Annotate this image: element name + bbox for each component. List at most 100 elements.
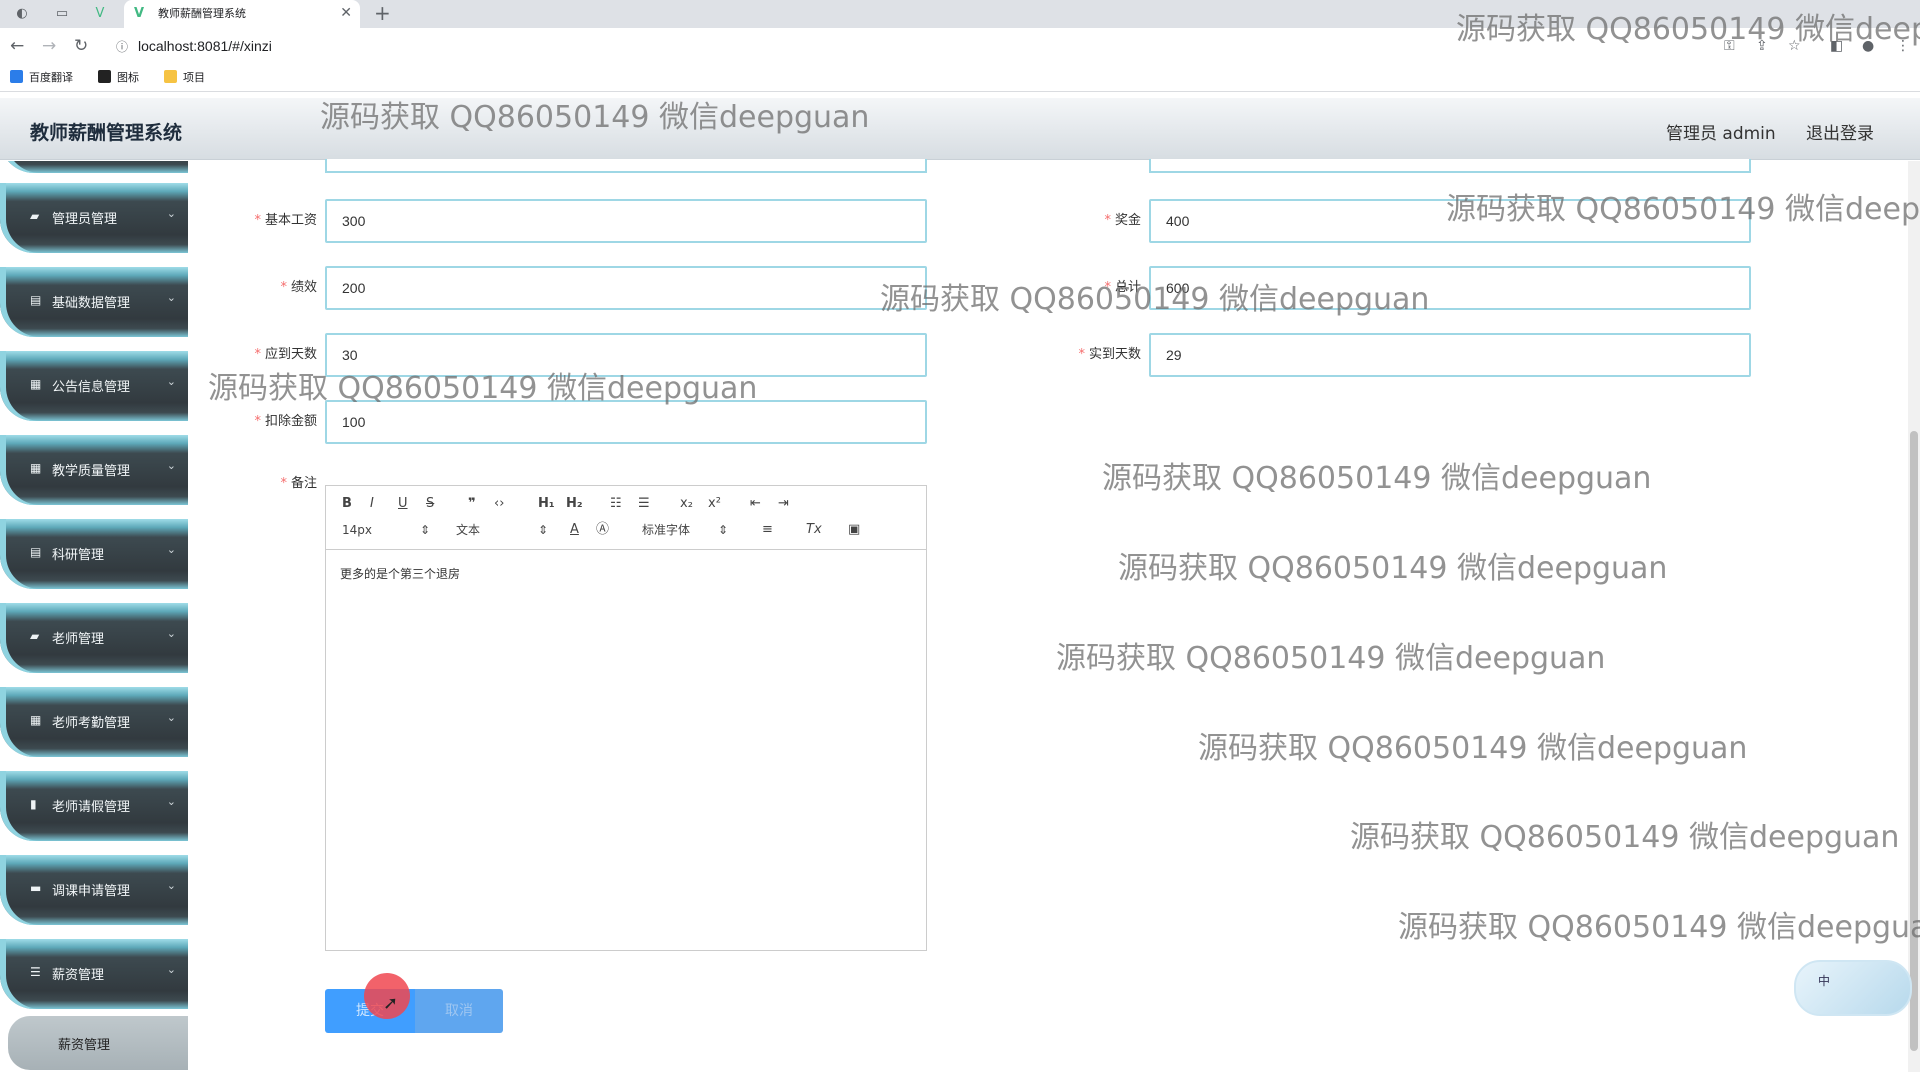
star-icon[interactable]: ☆ xyxy=(1788,37,1801,55)
bookmark-item[interactable]: 百度翻译 xyxy=(10,70,73,86)
rich-text-editor[interactable]: B I U S ❞ ‹› H₁ H₂ ☷ ☰ x₂ x² ⇤ ⇥ 14px ⇕ 文… xyxy=(325,485,927,951)
sidepanel-icon[interactable]: ◧ xyxy=(1830,37,1843,55)
grid-icon: ▦ xyxy=(30,377,42,391)
chart-icon: ▮ xyxy=(30,797,37,811)
form-input-partial[interactable] xyxy=(1149,159,1751,173)
italic-icon[interactable]: I xyxy=(370,496,374,512)
sidebar-subitem-label: 薪资管理 xyxy=(58,1038,111,1053)
chevron-down-icon: ⌄ xyxy=(166,711,176,724)
scrollbar[interactable] xyxy=(1908,161,1920,1072)
strike-icon[interactable]: S xyxy=(426,496,434,512)
performance-input[interactable]: 200 xyxy=(325,266,927,310)
url-field[interactable]: ⓘ localhost:8081/#/xinzi xyxy=(108,33,1788,61)
sidebar-item-research[interactable]: ▤ 科研管理 ⌄ xyxy=(0,519,188,589)
select-arrow-icon: ⇕ xyxy=(420,523,431,537)
deduction-input[interactable]: 100 xyxy=(325,400,927,444)
tab-title: 教师薪酬管理系统 xyxy=(158,7,246,20)
sidebar-item-teachers[interactable]: ▰ 老师管理 ⌄ xyxy=(0,603,188,673)
sidebar-item-label: 科研管理 xyxy=(52,548,105,563)
profile-icon[interactable]: ● xyxy=(1862,37,1874,55)
editor-content[interactable]: 更多的是个第三个退房 xyxy=(340,565,460,582)
select-arrow-icon: ⇕ xyxy=(538,523,549,537)
expected-days-input[interactable]: 30 xyxy=(325,333,927,377)
base-salary-input[interactable]: 300 xyxy=(325,199,927,243)
sidebar-item-teaching-quality[interactable]: ▦ 教学质量管理 ⌄ xyxy=(0,435,188,505)
indent-icon[interactable]: ⇥ xyxy=(778,496,789,512)
underline-icon[interactable]: U xyxy=(398,496,408,512)
vue-icon[interactable]: V xyxy=(90,4,110,24)
translate-icon xyxy=(10,70,23,83)
sidebar-item-label: 公告信息管理 xyxy=(52,380,131,395)
sidebar-item-course-change[interactable]: ▬ 调课申请管理 ⌄ xyxy=(0,855,188,925)
sidebar-item-attendance[interactable]: ▦ 老师考勤管理 ⌄ xyxy=(0,687,188,757)
key-icon[interactable]: ⚿ xyxy=(1724,37,1735,55)
sidebar-item-label: 老师考勤管理 xyxy=(52,716,131,731)
bonus-label: * 奖金 xyxy=(1104,213,1141,228)
chevron-down-icon: ⌄ xyxy=(166,459,176,472)
bookmark-item[interactable]: 项目 xyxy=(164,70,205,86)
sidebar-item-label: 管理员管理 xyxy=(52,212,118,227)
form-input-partial[interactable] xyxy=(325,159,927,173)
user-icon: ▰ xyxy=(30,629,40,643)
info-icon[interactable]: ⓘ xyxy=(116,38,128,55)
grid-icon: ▦ xyxy=(30,461,42,475)
font-family-select[interactable]: 标准字体 ⇕ xyxy=(642,522,728,538)
browser-address-bar: ← → ↻ ⓘ localhost:8081/#/xinzi ⚿ ⇪ ☆ ◧ ●… xyxy=(0,28,1920,66)
editor-toolbar: B I U S ❞ ‹› H₁ H₂ ☷ ☰ x₂ x² ⇤ ⇥ 14px ⇕ 文… xyxy=(326,486,926,550)
sidebar-item-label: 教学质量管理 xyxy=(52,464,131,479)
ordered-list-icon[interactable]: ☷ xyxy=(610,496,622,512)
chevron-down-icon: ⌄ xyxy=(166,795,176,808)
sidebar-item-salary[interactable]: ☰ 薪资管理 ⌄ xyxy=(0,939,188,1009)
font-color-icon[interactable]: A xyxy=(570,522,579,538)
sidebar-item-leave[interactable]: ▮ 老师请假管理 ⌄ xyxy=(0,771,188,841)
superscript-icon[interactable]: x² xyxy=(708,496,721,512)
reload-icon[interactable]: ↻ xyxy=(74,36,88,56)
close-icon[interactable]: ✕ xyxy=(340,4,352,22)
outdent-icon[interactable]: ⇤ xyxy=(750,496,761,512)
grid-icon: ▦ xyxy=(30,713,42,727)
block-type-select[interactable]: 文本 ⇕ xyxy=(456,522,548,538)
sidebar-subitem-salary[interactable]: 薪资管理 xyxy=(8,1016,188,1070)
ime-widget[interactable]: 中 xyxy=(1794,960,1912,1016)
back-icon[interactable]: ← xyxy=(10,36,24,56)
remarks-label: * 备注 xyxy=(280,476,317,491)
chevron-down-icon: ⌄ xyxy=(166,291,176,304)
globe-icon[interactable]: ◐ xyxy=(12,4,32,24)
heading2-icon[interactable]: H₂ xyxy=(566,496,583,512)
scrollbar-thumb[interactable] xyxy=(1910,431,1918,1051)
new-tab-icon[interactable]: + xyxy=(374,2,391,24)
bookmark-item[interactable]: 图标 xyxy=(98,70,139,86)
sidebar-item-admin[interactable]: ▰ 管理员管理 ⌄ xyxy=(0,183,188,253)
image-icon[interactable]: ▣ xyxy=(848,522,860,538)
background-color-icon[interactable]: Ⓐ xyxy=(596,522,609,538)
code-icon[interactable]: ‹› xyxy=(494,496,504,512)
browser-tab-bar: ◐ ▭ V V 教师薪酬管理系统 ✕ + xyxy=(0,0,1920,28)
url-text[interactable]: localhost:8081/#/xinzi xyxy=(138,38,272,54)
bookmarks-bar: 百度翻译 图标 项目 xyxy=(0,66,1920,92)
share-icon[interactable]: ⇪ xyxy=(1756,37,1768,55)
bonus-input[interactable]: 400 xyxy=(1149,199,1751,243)
bullet-list-icon[interactable]: ☰ xyxy=(638,496,650,512)
bold-icon[interactable]: B xyxy=(342,496,352,512)
cursor-icon: ➚ xyxy=(383,993,399,1014)
sidebar-item-label: 老师请假管理 xyxy=(52,800,131,815)
subscript-icon[interactable]: x₂ xyxy=(680,496,693,512)
actual-days-input[interactable]: 29 xyxy=(1149,333,1751,377)
sidebar-item-partial[interactable] xyxy=(0,161,188,173)
menu-icon[interactable]: ⋮ xyxy=(1896,37,1910,55)
forward-icon[interactable]: → xyxy=(42,36,56,56)
sidebar-item-label: 调课申请管理 xyxy=(52,884,131,899)
browser-tab-active[interactable]: V 教师薪酬管理系统 ✕ xyxy=(124,0,360,28)
sidebar-item-announcements[interactable]: ▦ 公告信息管理 ⌄ xyxy=(0,351,188,421)
heading1-icon[interactable]: H₁ xyxy=(538,496,555,512)
clear-format-icon[interactable]: Tx xyxy=(806,522,822,538)
cancel-button[interactable]: 取消 xyxy=(415,989,503,1033)
font-size-select[interactable]: 14px ⇕ xyxy=(342,522,430,538)
sidebar-item-basic-data[interactable]: ▤ 基础数据管理 ⌄ xyxy=(0,267,188,337)
document-icon: ▤ xyxy=(30,545,42,559)
quote-icon[interactable]: ❞ xyxy=(468,496,476,512)
total-input[interactable]: 600 xyxy=(1149,266,1751,310)
align-icon[interactable]: ≡ xyxy=(762,522,773,538)
logout-button[interactable]: 退出登录 xyxy=(1806,119,1874,144)
tab-placeholder-icon[interactable]: ▭ xyxy=(52,4,72,24)
